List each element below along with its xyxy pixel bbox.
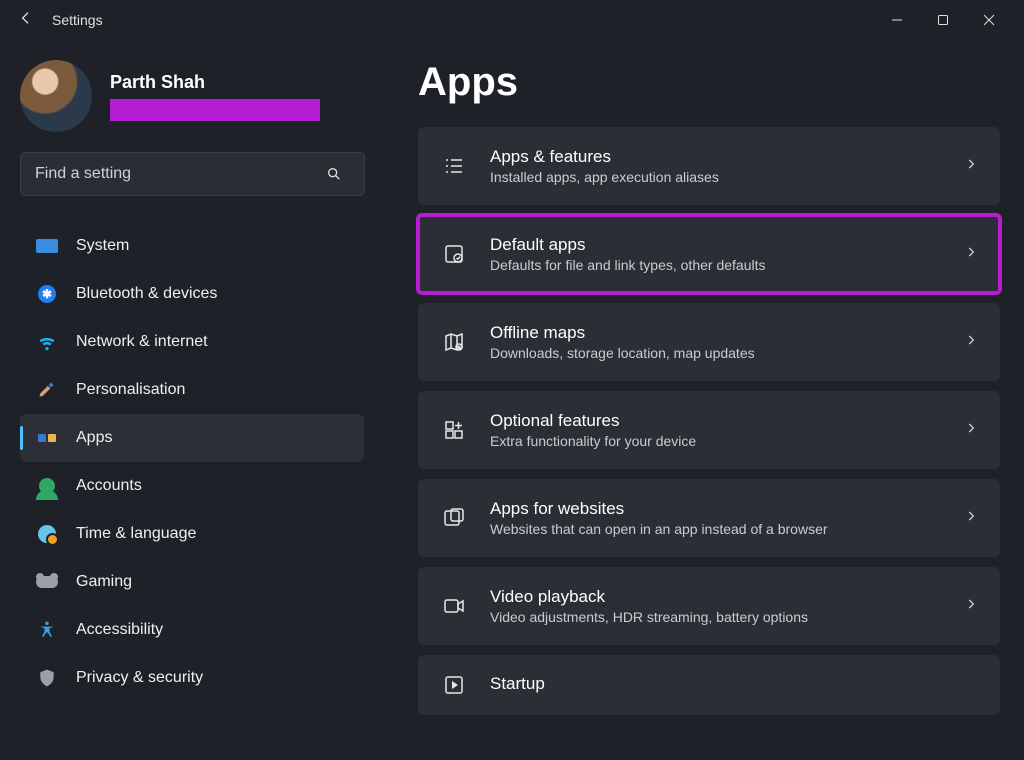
chevron-right-icon [964, 245, 978, 264]
close-button[interactable] [966, 4, 1012, 36]
card-desc: Extra functionality for your device [490, 433, 696, 449]
sidebar-item-label: Accounts [76, 477, 142, 495]
apps-grid-icon [34, 427, 60, 449]
sidebar-item-label: Privacy & security [76, 669, 203, 687]
window-title: Settings [52, 12, 103, 28]
chevron-right-icon [964, 421, 978, 440]
add-feature-icon [440, 416, 468, 444]
sidebar-item-privacy-security[interactable]: Privacy & security [20, 654, 364, 702]
sidebar-item-accounts[interactable]: Accounts [20, 462, 364, 510]
gamepad-icon [34, 571, 60, 593]
card-startup[interactable]: Startup [418, 655, 1000, 715]
card-title: Apps for websites [490, 499, 828, 519]
sidebar-item-accessibility[interactable]: Accessibility [20, 606, 364, 654]
main-content: Apps Apps & features Installed apps, app… [380, 40, 1024, 760]
card-title: Apps & features [490, 147, 719, 167]
default-apps-icon [440, 240, 468, 268]
sidebar-item-label: Apps [76, 429, 112, 447]
search-input[interactable] [20, 152, 365, 196]
sidebar-item-label: Time & language [76, 525, 196, 543]
card-desc: Websites that can open in an app instead… [490, 521, 828, 537]
sidebar-item-label: Gaming [76, 573, 132, 591]
display-icon [34, 235, 60, 257]
card-apps-for-websites[interactable]: Apps for websites Websites that can open… [418, 479, 1000, 557]
back-button[interactable] [12, 10, 40, 31]
maximize-button[interactable] [920, 4, 966, 36]
minimize-button[interactable] [874, 4, 920, 36]
profile-block[interactable]: Parth Shah [20, 60, 364, 132]
title-bar: Settings [0, 0, 1024, 40]
chevron-right-icon [964, 509, 978, 528]
sidebar: Parth Shah System ✱ Bluetooth & devices [0, 40, 380, 760]
chevron-right-icon [964, 333, 978, 352]
sidebar-item-bluetooth[interactable]: ✱ Bluetooth & devices [20, 270, 364, 318]
card-title: Video playback [490, 587, 808, 607]
sidebar-item-apps[interactable]: Apps [20, 414, 364, 462]
bluetooth-icon: ✱ [34, 283, 60, 305]
search-icon [326, 166, 342, 182]
nav-list: System ✱ Bluetooth & devices Network & i… [20, 222, 364, 702]
card-optional-features[interactable]: Optional features Extra functionality fo… [418, 391, 1000, 469]
card-video-playback[interactable]: Video playback Video adjustments, HDR st… [418, 567, 1000, 645]
page-heading: Apps [418, 60, 1000, 105]
sidebar-item-label: Personalisation [76, 381, 185, 399]
wifi-icon [34, 331, 60, 353]
shield-icon [34, 667, 60, 689]
card-desc: Video adjustments, HDR streaming, batter… [490, 609, 808, 625]
chevron-right-icon [964, 157, 978, 176]
sidebar-item-network[interactable]: Network & internet [20, 318, 364, 366]
list-icon [440, 152, 468, 180]
video-icon [440, 592, 468, 620]
accessibility-icon [34, 619, 60, 641]
card-title: Startup [490, 674, 545, 694]
globe-clock-icon [34, 523, 60, 545]
sidebar-item-system[interactable]: System [20, 222, 364, 270]
avatar [20, 60, 92, 132]
website-app-icon [440, 504, 468, 532]
card-desc: Installed apps, app execution aliases [490, 169, 719, 185]
sidebar-item-label: Network & internet [76, 333, 208, 351]
card-default-apps[interactable]: Default apps Defaults for file and link … [418, 215, 1000, 293]
card-apps-features[interactable]: Apps & features Installed apps, app exec… [418, 127, 1000, 205]
startup-icon [440, 671, 468, 699]
person-icon [34, 475, 60, 497]
card-title: Default apps [490, 235, 765, 255]
sidebar-item-label: Bluetooth & devices [76, 285, 217, 303]
card-desc: Downloads, storage location, map updates [490, 345, 755, 361]
sidebar-item-personalisation[interactable]: Personalisation [20, 366, 364, 414]
card-offline-maps[interactable]: Offline maps Downloads, storage location… [418, 303, 1000, 381]
sidebar-item-label: System [76, 237, 129, 255]
profile-email-redacted [110, 99, 320, 121]
card-title: Offline maps [490, 323, 755, 343]
sidebar-item-gaming[interactable]: Gaming [20, 558, 364, 606]
card-desc: Defaults for file and link types, other … [490, 257, 765, 273]
sidebar-item-time-language[interactable]: Time & language [20, 510, 364, 558]
chevron-right-icon [964, 597, 978, 616]
card-title: Optional features [490, 411, 696, 431]
profile-name: Parth Shah [110, 72, 320, 93]
paintbrush-icon [34, 379, 60, 401]
sidebar-item-label: Accessibility [76, 621, 163, 639]
map-icon [440, 328, 468, 356]
